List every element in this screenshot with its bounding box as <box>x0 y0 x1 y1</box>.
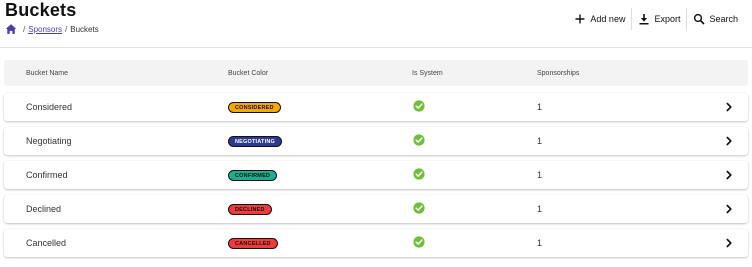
sponsorships-count: 1 <box>537 136 543 146</box>
search-icon <box>693 13 706 25</box>
bucket-color-badge: CONSIDERED <box>228 101 281 113</box>
search-button[interactable]: Search <box>687 8 744 30</box>
bucket-name: Cancelled <box>26 238 67 248</box>
check-icon <box>413 167 425 180</box>
breadcrumb-separator: / <box>23 24 26 34</box>
column-header-bucket-name[interactable]: Bucket Name <box>26 60 68 86</box>
home-icon[interactable] <box>5 23 17 35</box>
table-row[interactable]: Declined DECLINED 1 <box>4 195 748 223</box>
plus-icon <box>574 13 586 25</box>
sponsorships-count: 1 <box>537 102 543 112</box>
breadcrumb-link-sponsors[interactable]: Sponsors <box>28 25 62 34</box>
table-row[interactable]: Cancelled CANCELLED 1 <box>4 229 748 257</box>
bucket-color-badge: DECLINED <box>228 203 272 215</box>
add-new-label: Add new <box>590 14 626 24</box>
column-header-sponsorships[interactable]: Sponsorships <box>537 60 579 86</box>
bucket-name: Declined <box>26 204 62 214</box>
bucket-color-badge: CANCELLED <box>228 237 278 249</box>
chevron-right-icon[interactable] <box>724 204 734 214</box>
check-icon <box>413 99 425 112</box>
add-new-button[interactable]: Add new <box>568 8 631 30</box>
export-button[interactable]: Export <box>632 8 686 30</box>
chevron-right-icon[interactable] <box>724 238 734 248</box>
download-icon <box>638 13 650 25</box>
check-icon <box>413 133 425 146</box>
check-icon <box>413 201 425 214</box>
toolbar: Add new Export Search <box>568 8 744 30</box>
chevron-right-icon[interactable] <box>724 136 734 146</box>
search-label: Search <box>709 14 738 24</box>
breadcrumb-separator: / <box>65 24 68 34</box>
chevron-right-icon[interactable] <box>724 170 734 180</box>
table-row[interactable]: Negotiating NEGOTIATING 1 <box>4 127 748 155</box>
column-header-is-system[interactable]: Is System <box>412 60 443 86</box>
buckets-page: Buckets / Sponsors / Buckets Add new Exp… <box>0 0 752 267</box>
table-header: Bucket Name Bucket Color Is System Spons… <box>4 60 748 86</box>
bucket-name: Considered <box>26 102 73 112</box>
bucket-color-badge: CONFIRMED <box>228 169 278 181</box>
bucket-name: Confirmed <box>26 170 68 180</box>
column-header-bucket-color[interactable]: Bucket Color <box>228 60 268 86</box>
bucket-name: Negotiating <box>26 136 72 146</box>
breadcrumb: / Sponsors / Buckets <box>5 23 99 35</box>
sponsorships-count: 1 <box>537 204 543 214</box>
bucket-color-badge: NEGOTIATING <box>228 135 282 147</box>
sponsorships-count: 1 <box>537 238 543 248</box>
chevron-right-icon[interactable] <box>724 102 734 112</box>
page-title: Buckets <box>5 0 77 20</box>
table-row[interactable]: Considered CONSIDERED 1 <box>4 93 748 121</box>
export-label: Export <box>654 14 681 24</box>
breadcrumb-current: Buckets <box>70 24 99 34</box>
table-row[interactable]: Confirmed CONFIRMED 1 <box>4 161 748 189</box>
check-icon <box>413 235 425 248</box>
sponsorships-count: 1 <box>537 170 543 180</box>
header-divider <box>0 47 752 48</box>
